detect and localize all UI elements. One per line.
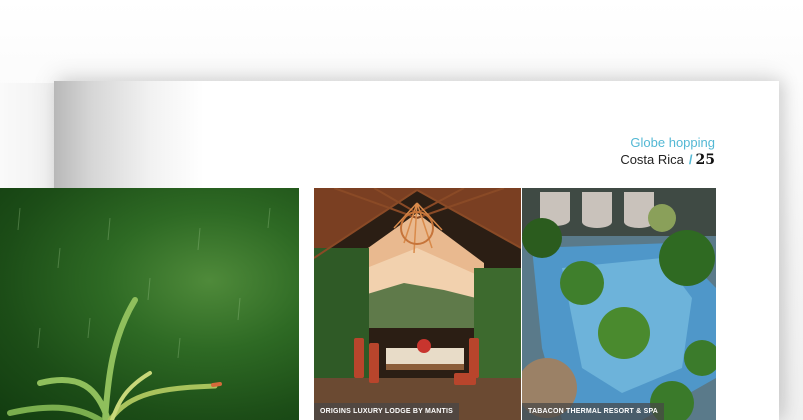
page-header: Globe hopping Costa Rica /25 bbox=[620, 134, 715, 169]
plant-photo bbox=[0, 188, 299, 420]
photo-caption: ORIGINS LUXURY LODGE BY MANTIS bbox=[314, 403, 460, 420]
lodge-illustration bbox=[314, 188, 521, 420]
photo-caption: TABACON THERMAL RESORT & SPA bbox=[522, 403, 665, 420]
plant-illustration bbox=[7, 207, 271, 420]
page-title: Costa Rica bbox=[620, 152, 684, 167]
lodge-photo: ORIGINS LUXURY LODGE BY MANTIS bbox=[314, 188, 521, 420]
page-number: 25 bbox=[695, 152, 715, 168]
title-line: Costa Rica /25 bbox=[620, 151, 715, 169]
section-label: Globe hopping bbox=[630, 135, 715, 150]
resort-illustration bbox=[522, 188, 716, 420]
resort-photo: TABACON THERMAL RESORT & SPA bbox=[522, 188, 716, 420]
slash-divider: / bbox=[688, 152, 693, 167]
